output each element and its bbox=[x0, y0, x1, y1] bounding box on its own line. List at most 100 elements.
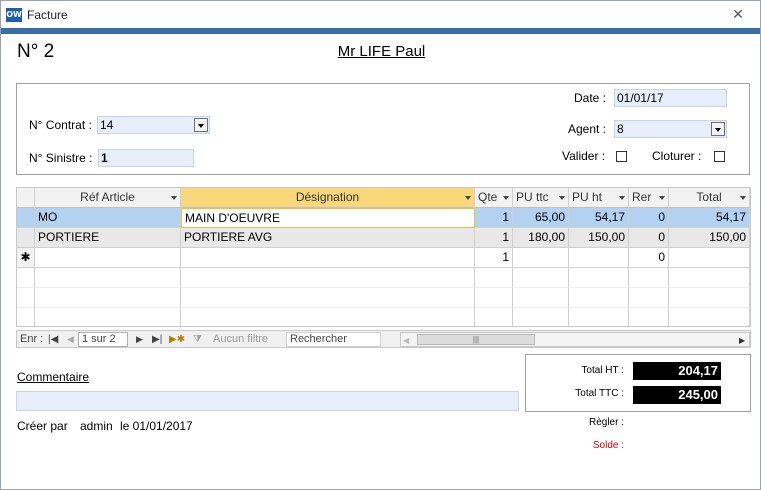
created-on: le 01/01/2017 bbox=[120, 419, 193, 433]
cell-designation[interactable]: PORTIERE AVG bbox=[181, 228, 475, 248]
table-row-new[interactable]: ✱ 1 0 bbox=[17, 248, 750, 268]
filter-icon[interactable]: ⧩ bbox=[193, 332, 202, 347]
empty-cell bbox=[35, 308, 181, 326]
invoice-window: OW Facture ✕ N° 2 Mr LIFE Paul Date : 01… bbox=[0, 0, 761, 490]
col-header-total[interactable]: Total bbox=[669, 188, 750, 208]
last-record-icon[interactable]: ▶| bbox=[152, 332, 162, 347]
next-record-icon[interactable]: ▶ bbox=[136, 332, 143, 347]
invoice-lines-grid: Réf Article Désignation Qte PU ttc PU ht… bbox=[16, 187, 751, 327]
created-by-label: Créer par bbox=[17, 419, 68, 433]
empty-row bbox=[17, 308, 750, 326]
valider-label: Valider : bbox=[562, 149, 606, 163]
sort-dropdown-icon[interactable] bbox=[740, 196, 746, 200]
scroll-left-icon[interactable]: ◀ bbox=[403, 333, 409, 348]
cell-qte[interactable]: 1 bbox=[475, 248, 513, 268]
empty-cell bbox=[629, 308, 669, 326]
empty-cell bbox=[669, 308, 750, 326]
cell-designation[interactable] bbox=[181, 248, 475, 268]
col-header-designation[interactable]: Désignation bbox=[181, 188, 475, 208]
horizontal-scrollbar[interactable]: ◀ ||| ▶ bbox=[400, 332, 750, 347]
cell-qte[interactable]: 1 bbox=[475, 208, 513, 228]
empty-cell bbox=[475, 288, 513, 308]
comment-field[interactable] bbox=[16, 391, 519, 411]
col-header-rer-label: Rer bbox=[632, 190, 652, 204]
new-record-nav-icon[interactable]: ▶✱ bbox=[169, 332, 185, 347]
header-strip bbox=[1, 28, 760, 34]
new-record-icon[interactable]: ✱ bbox=[17, 248, 35, 268]
filter-status[interactable]: Aucun filtre bbox=[213, 332, 268, 347]
cell-ref[interactable]: MO bbox=[35, 208, 181, 228]
cell-pu-ttc[interactable]: 180,00 bbox=[513, 228, 569, 248]
cell-ref[interactable]: PORTIERE bbox=[35, 228, 181, 248]
date-field[interactable]: 01/01/17 bbox=[614, 89, 727, 107]
cell-total[interactable]: 150,00 bbox=[669, 228, 750, 248]
cell-rer[interactable]: 0 bbox=[629, 248, 669, 268]
contract-combo[interactable]: 14 bbox=[97, 116, 210, 134]
total-ttc-value: 245,00 bbox=[633, 386, 721, 404]
select-all-corner[interactable] bbox=[17, 188, 35, 208]
window-title: Facture bbox=[27, 8, 68, 22]
agent-label: Agent : bbox=[568, 122, 607, 136]
col-header-qte-label: Qte bbox=[478, 190, 498, 204]
col-header-pu-ttc[interactable]: PU ttc bbox=[513, 188, 569, 208]
sort-dropdown-icon[interactable] bbox=[465, 196, 471, 200]
cloturer-checkbox[interactable] bbox=[714, 151, 725, 162]
row-selector[interactable] bbox=[17, 208, 35, 228]
empty-cell bbox=[181, 268, 475, 288]
sort-dropdown-icon[interactable] bbox=[559, 196, 565, 200]
table-row[interactable]: MO MAIN D'OEUVRE 1 65,00 54,17 0 54,17 bbox=[17, 208, 750, 228]
created-by-user: admin bbox=[80, 419, 113, 433]
cell-ref[interactable] bbox=[35, 248, 181, 268]
empty-cell bbox=[513, 308, 569, 326]
cell-pu-ttc[interactable]: 65,00 bbox=[513, 208, 569, 228]
close-icon[interactable]: ✕ bbox=[730, 6, 746, 22]
col-header-qte[interactable]: Qte bbox=[475, 188, 513, 208]
col-header-ref[interactable]: Réf Article bbox=[35, 188, 181, 208]
scroll-right-icon[interactable]: ▶ bbox=[739, 333, 745, 348]
total-ht-label: Total HT : bbox=[581, 365, 624, 376]
col-header-total-label: Total bbox=[696, 190, 722, 204]
total-ht-value: 204,17 bbox=[633, 362, 721, 380]
cell-total[interactable] bbox=[669, 248, 750, 268]
empty-cell bbox=[17, 308, 35, 326]
agent-combo[interactable]: 8 bbox=[614, 120, 727, 138]
contract-value: 14 bbox=[100, 118, 114, 132]
sort-dropdown-icon[interactable] bbox=[619, 196, 625, 200]
navigator-label: Enr : bbox=[20, 333, 44, 345]
cell-pu-ht[interactable] bbox=[569, 248, 629, 268]
col-header-pu-ht[interactable]: PU ht bbox=[569, 188, 629, 208]
cell-rer[interactable]: 0 bbox=[629, 208, 669, 228]
cell-designation-editing[interactable]: MAIN D'OEUVRE bbox=[181, 208, 475, 228]
sort-dropdown-icon[interactable] bbox=[659, 196, 665, 200]
sort-dropdown-icon[interactable] bbox=[503, 196, 509, 200]
date-label: Date : bbox=[574, 91, 607, 105]
cell-rer[interactable]: 0 bbox=[629, 228, 669, 248]
empty-cell bbox=[475, 268, 513, 288]
scroll-thumb[interactable]: ||| bbox=[417, 334, 535, 345]
cell-pu-ht[interactable]: 54,17 bbox=[569, 208, 629, 228]
table-row[interactable]: PORTIERE PORTIERE AVG 1 180,00 150,00 0 … bbox=[17, 228, 750, 248]
agent-dropdown-icon[interactable] bbox=[711, 122, 725, 136]
search-input[interactable]: Rechercher bbox=[286, 332, 381, 347]
record-position-field[interactable]: 1 sur 2 bbox=[78, 332, 128, 347]
col-header-rer[interactable]: Rer bbox=[629, 188, 669, 208]
cell-qte[interactable]: 1 bbox=[475, 228, 513, 248]
cell-pu-ttc[interactable] bbox=[513, 248, 569, 268]
prev-record-icon[interactable]: ◀ bbox=[67, 332, 74, 347]
cell-pu-ht[interactable]: 150,00 bbox=[569, 228, 629, 248]
empty-cell bbox=[513, 288, 569, 308]
solde-label: Solde : bbox=[592, 440, 624, 451]
empty-cell bbox=[569, 268, 629, 288]
cell-total[interactable]: 54,17 bbox=[669, 208, 750, 228]
empty-cell bbox=[181, 308, 475, 326]
valider-checkbox[interactable] bbox=[616, 151, 627, 162]
customer-name: Mr LIFE Paul bbox=[337, 43, 426, 60]
contract-dropdown-icon[interactable] bbox=[194, 118, 208, 132]
sort-dropdown-icon[interactable] bbox=[171, 196, 177, 200]
row-selector[interactable] bbox=[17, 228, 35, 248]
first-record-icon[interactable]: |◀ bbox=[48, 332, 58, 347]
comment-label: Commentaire bbox=[17, 370, 90, 384]
sinistre-field[interactable]: 1 bbox=[98, 149, 194, 167]
empty-cell bbox=[569, 308, 629, 326]
empty-cell bbox=[35, 268, 181, 288]
